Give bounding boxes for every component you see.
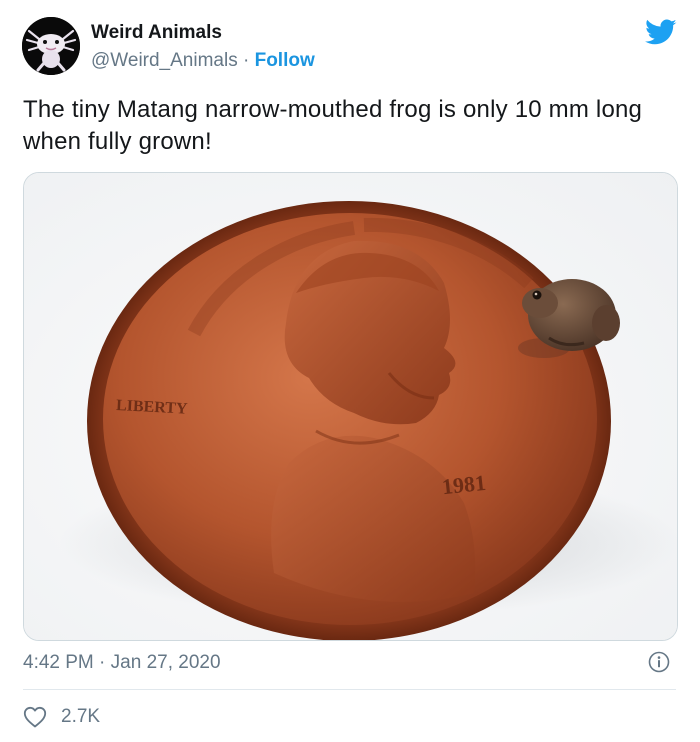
tweet-text: The tiny Matang narrow-mouthed frog is o… — [23, 96, 643, 155]
coin-year-text: 1981 — [441, 470, 487, 499]
account-handle[interactable]: @Weird_Animals — [91, 50, 238, 71]
profile-avatar[interactable] — [22, 17, 80, 75]
like-count: 2.7K — [61, 706, 101, 727]
handle-line: @Weird_Animals · Follow — [91, 50, 315, 72]
account-name[interactable]: Weird Animals — [91, 22, 222, 44]
like-button[interactable]: 2.7K — [23, 705, 100, 729]
timestamp-separator: · — [99, 652, 106, 673]
tweet-timestamp[interactable]: 4:42 PM · Jan 27, 2020 — [23, 652, 221, 674]
axolotl-avatar-image — [22, 17, 80, 75]
penny-frog-photo: LIBERTY 1981 — [24, 173, 677, 640]
twitter-bird-icon[interactable] — [645, 19, 677, 46]
tweet-card: Weird Animals @Weird_Animals · Follow Th… — [0, 0, 700, 742]
tweet-time: 4:42 PM — [23, 652, 94, 673]
tweet-date: Jan 27, 2020 — [110, 652, 221, 673]
follow-button[interactable]: Follow — [255, 50, 315, 71]
heart-icon — [23, 706, 47, 728]
divider — [23, 689, 676, 690]
handle-separator: · — [242, 50, 250, 71]
tweet-photo[interactable]: LIBERTY 1981 — [23, 172, 678, 641]
info-icon[interactable] — [648, 651, 670, 673]
